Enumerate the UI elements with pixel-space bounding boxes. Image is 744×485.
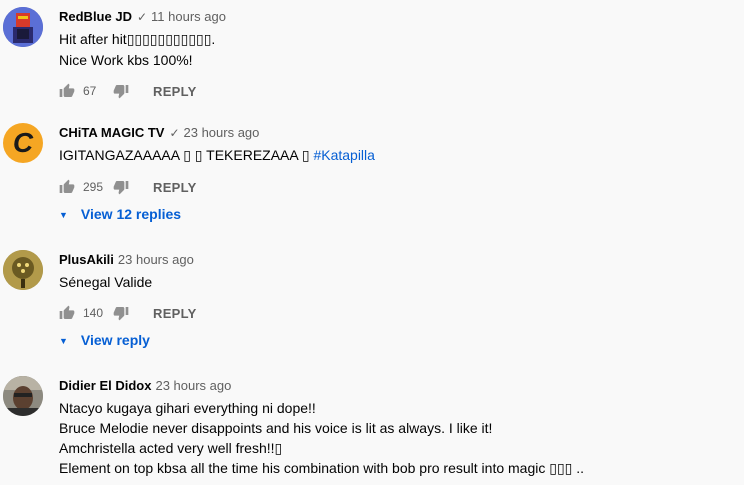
comment-text-line: Sénegal Valide (59, 274, 153, 290)
like-count: 67 (83, 84, 97, 98)
avatar[interactable] (3, 250, 43, 290)
comment-header: PlusAkili 23 hours ago (59, 252, 194, 268)
timestamp[interactable]: 23 hours ago (118, 252, 194, 267)
comment-text-line: Nice Work kbs 100%! (59, 52, 193, 68)
caret-down-icon: ▼ (59, 335, 68, 346)
timestamp[interactable]: 11 hours ago (151, 9, 226, 24)
avatar[interactable] (3, 376, 43, 416)
hashtag-link[interactable]: #Katapilla (313, 147, 375, 163)
comment-text-line: Bruce Melodie never disappoints and his … (59, 420, 493, 436)
view-replies-button[interactable]: ▼ View 12 replies (59, 206, 181, 222)
reply-button[interactable]: REPLY (153, 180, 197, 195)
thumb-up-icon[interactable] (59, 305, 75, 321)
view-replies-label: View 12 replies (80, 206, 182, 222)
avatar[interactable] (3, 7, 43, 47)
comment-actions: 295 REPLY (59, 175, 197, 199)
thumb-down-icon[interactable] (113, 305, 129, 321)
timestamp[interactable]: 23 hours ago (155, 378, 231, 393)
comment-text-line: Ntacyo kugaya gihari everything ni dope!… (59, 400, 316, 416)
like-count: 295 (83, 180, 104, 194)
thumb-down-icon[interactable] (113, 83, 129, 99)
comment-header: CHiTA MAGIC TV ✓ 23 hours ago (59, 125, 259, 141)
view-replies-label: View reply (80, 332, 150, 348)
view-replies-button[interactable]: ▼ View reply (59, 332, 150, 348)
thumb-up-icon[interactable] (59, 83, 75, 99)
comment-header: RedBlue JD ✓ 11 hours ago (59, 9, 226, 25)
comment-text-line: Amchristella acted very well fresh!!▯ (59, 440, 283, 456)
caret-down-icon: ▼ (59, 209, 68, 220)
reply-button[interactable]: REPLY (153, 84, 197, 99)
comment-actions: 140 REPLY (59, 301, 197, 325)
timestamp[interactable]: 23 hours ago (184, 125, 260, 140)
check-icon: ✓ (169, 126, 180, 140)
comment-text: IGITANGAZAAAAA ▯ ▯ TEKEREZAAA ▯ #Katapil… (59, 145, 375, 165)
author-name[interactable]: CHiTA MAGIC TV (59, 125, 164, 140)
like-count: 140 (83, 306, 104, 320)
comment-actions: 67 REPLY (59, 79, 197, 103)
author-name[interactable]: Didier El Didox (59, 378, 151, 393)
check-icon: ✓ (136, 10, 148, 24)
comment-text-main: IGITANGAZAAAAA ▯ ▯ TEKEREZAAA ▯ (59, 147, 314, 163)
thumb-down-icon[interactable] (113, 179, 129, 195)
author-name[interactable]: RedBlue JD (59, 9, 132, 24)
comment-text-line: Hit after hit▯▯▯▯▯▯▯▯▯▯▯. (59, 31, 216, 47)
thumb-up-icon[interactable] (59, 179, 75, 195)
avatar-letter: C (12, 127, 34, 158)
comment-text-line: Element on top kbsa all the time his com… (59, 460, 585, 476)
comment-header: Didier El Didox 23 hours ago (59, 378, 231, 394)
avatar[interactable]: C (3, 123, 43, 163)
reply-button[interactable]: REPLY (153, 306, 197, 321)
author-name[interactable]: PlusAkili (59, 252, 114, 267)
